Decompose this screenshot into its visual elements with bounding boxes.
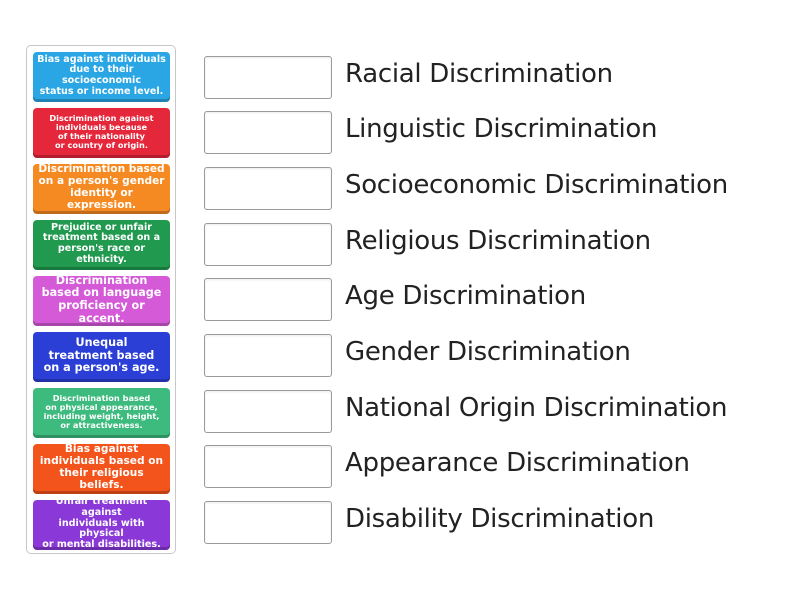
answer-tile-appearance-definition[interactable]: Discrimination based on physical appeara… bbox=[33, 388, 170, 438]
answer-tile-national-origin-definition[interactable]: Discrimination against individuals becau… bbox=[33, 108, 170, 158]
answer-tile-religious-definition[interactable]: Bias against individuals based on their … bbox=[33, 444, 170, 494]
answer-tile-gender-definition[interactable]: Discrimination based on a person's gende… bbox=[33, 164, 170, 214]
drop-slot-linguistic[interactable] bbox=[204, 111, 332, 154]
target-label-gender: Gender Discrimination bbox=[345, 336, 631, 367]
drop-slot-disability[interactable] bbox=[204, 501, 332, 544]
answer-tile-tray: Bias against individuals due to their so… bbox=[26, 45, 176, 554]
target-label-disability: Disability Discrimination bbox=[345, 503, 655, 534]
drop-slot-appearance[interactable] bbox=[204, 445, 332, 488]
drop-slot-age[interactable] bbox=[204, 278, 332, 321]
target-label-racial: Racial Discrimination bbox=[345, 58, 613, 89]
target-label-religious: Religious Discrimination bbox=[345, 225, 651, 256]
drop-slot-religious[interactable] bbox=[204, 223, 332, 266]
drop-slot-national-origin[interactable] bbox=[204, 390, 332, 433]
target-label-national-origin: National Origin Discrimination bbox=[345, 392, 728, 423]
answer-tile-linguistic-definition[interactable]: Discrimination based on language profici… bbox=[33, 276, 170, 326]
target-label-linguistic: Linguistic Discrimination bbox=[345, 113, 658, 144]
drop-slot-racial[interactable] bbox=[204, 56, 332, 99]
answer-tile-socioeconomic-definition[interactable]: Bias against individuals due to their so… bbox=[33, 52, 170, 102]
drop-slot-gender[interactable] bbox=[204, 334, 332, 377]
answer-tile-racial-definition[interactable]: Prejudice or unfair treatment based on a… bbox=[33, 220, 170, 270]
answer-tile-disability-definition[interactable]: Unfair treatment against individuals wit… bbox=[33, 500, 170, 550]
answer-tile-age-definition[interactable]: Unequal treatment based on a person's ag… bbox=[33, 332, 170, 382]
target-label-age: Age Discrimination bbox=[345, 280, 586, 311]
target-label-socioeconomic: Socioeconomic Discrimination bbox=[345, 169, 728, 200]
drop-slot-socioeconomic[interactable] bbox=[204, 167, 332, 210]
target-label-appearance: Appearance Discrimination bbox=[345, 447, 690, 478]
